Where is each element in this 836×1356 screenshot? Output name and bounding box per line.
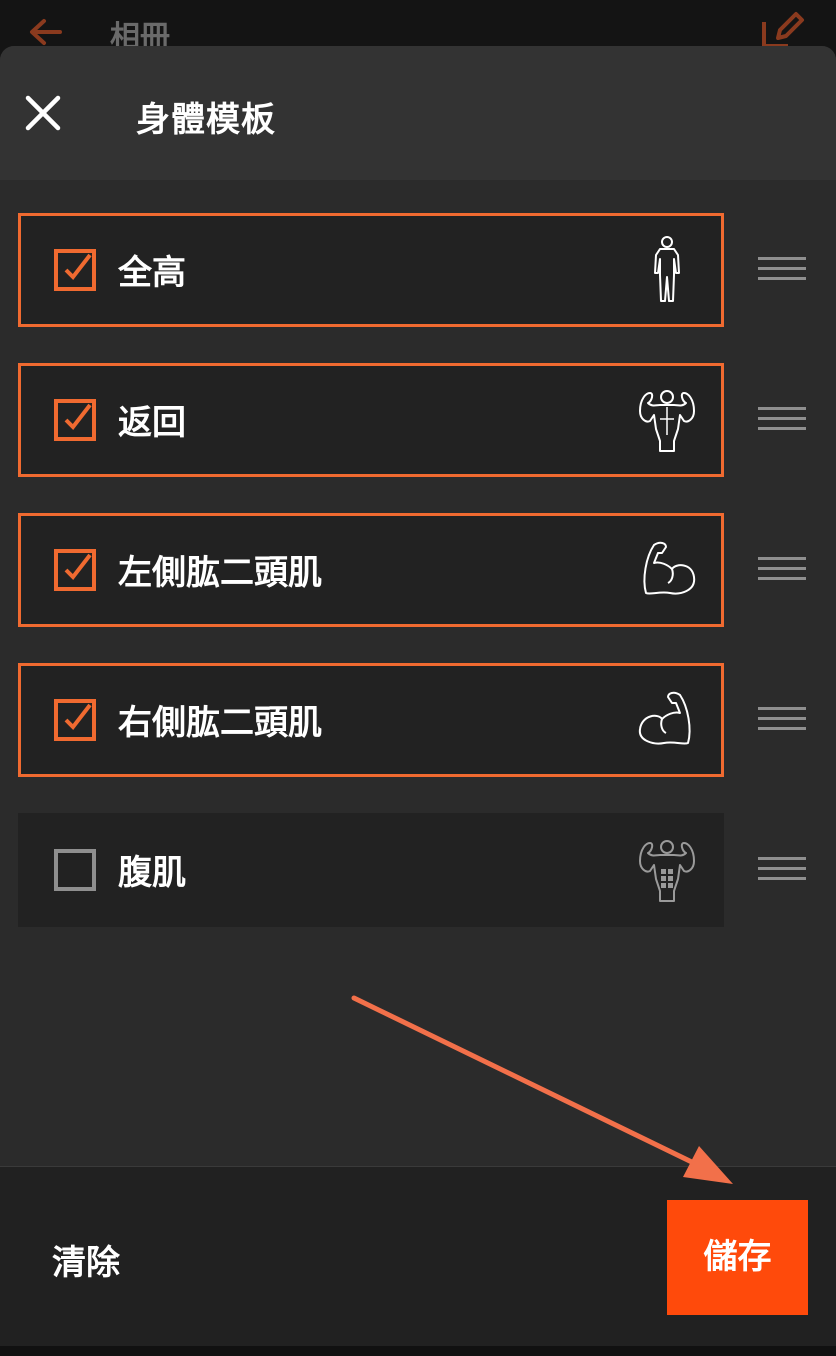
template-row-full-body[interactable]: 全高	[18, 213, 724, 327]
template-row-back[interactable]: 返回	[18, 363, 724, 477]
template-label: 右側肱二頭肌	[118, 703, 322, 743]
drag-handle[interactable]	[758, 257, 806, 287]
sheet-footer: 清除 儲存	[0, 1166, 836, 1356]
template-row-left-bicep[interactable]: 左側肱二頭肌	[18, 513, 724, 627]
checkbox-checked-icon[interactable]	[54, 549, 96, 591]
full-body-icon	[654, 236, 680, 302]
sheet-header: 身體模板	[0, 46, 836, 180]
template-label: 返回	[118, 403, 186, 443]
left-bicep-icon	[643, 541, 696, 595]
drag-handle[interactable]	[758, 857, 806, 887]
edit-icon[interactable]	[758, 10, 806, 50]
close-icon[interactable]	[18, 88, 68, 138]
template-row-abs[interactable]: 腹肌	[18, 813, 724, 927]
checkbox-checked-icon[interactable]	[54, 699, 96, 741]
back-muscles-icon	[639, 390, 695, 452]
right-bicep-icon	[638, 691, 691, 745]
template-label: 全高	[118, 253, 186, 293]
checkbox-checked-icon[interactable]	[54, 399, 96, 441]
sheet-title: 身體模板	[136, 100, 276, 140]
template-label: 左側肱二頭肌	[118, 553, 322, 593]
template-row-right-bicep[interactable]: 右側肱二頭肌	[18, 663, 724, 777]
drag-handle[interactable]	[758, 557, 806, 587]
save-button[interactable]: 儲存	[667, 1200, 808, 1315]
abs-icon	[639, 840, 695, 902]
body-template-sheet: 身體模板 全高 返回 左側肱二頭肌 右側肱二頭肌 腹肌 清除 儲存	[0, 46, 836, 1356]
checkbox-checked-icon[interactable]	[54, 249, 96, 291]
clear-button[interactable]: 清除	[52, 1235, 120, 1284]
drag-handle[interactable]	[758, 407, 806, 437]
template-label: 腹肌	[118, 853, 186, 893]
drag-handle[interactable]	[758, 707, 806, 737]
system-nav-bar	[0, 1346, 836, 1356]
checkbox-unchecked-icon[interactable]	[54, 849, 96, 891]
